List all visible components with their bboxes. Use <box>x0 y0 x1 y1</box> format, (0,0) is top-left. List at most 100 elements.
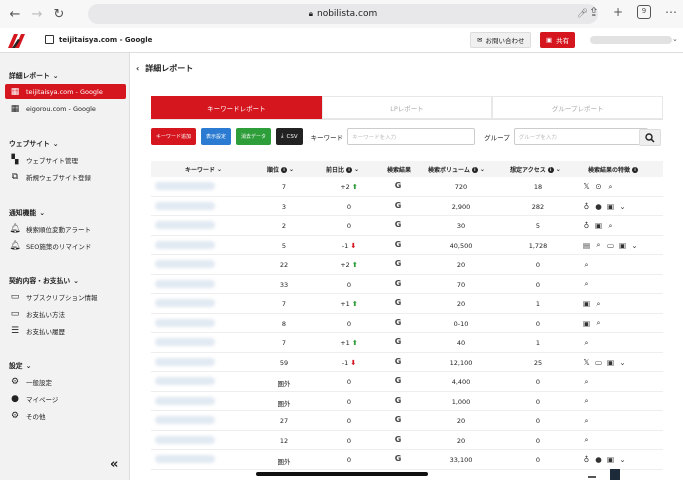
keyword-cell-redacted[interactable] <box>155 318 215 327</box>
chevron-down-icon[interactable]: ⌄ <box>618 358 627 367</box>
col-expected-access[interactable]: 想定アクセス i ⌄ <box>510 165 561 174</box>
display-settings-button[interactable]: 表示設定 <box>201 128 232 145</box>
contact-button[interactable]: ✉ お問い合わせ <box>470 32 532 48</box>
table-row[interactable]: 5 -1 ⬇ G 40,500 1,728 ▤ ⌕ ▭ ▣ ⌄ <box>151 236 663 255</box>
chevron-down-icon[interactable]: ⌄ <box>672 35 678 43</box>
deleted-data-button[interactable]: 消去データ <box>236 128 272 145</box>
sidebar-section-settings[interactable]: 設定 ⌄ <box>9 360 31 370</box>
keyword-cell-redacted[interactable] <box>155 299 215 307</box>
sidebar-item-teijitaisya[interactable]: ▦ teijitaisya.com - Google <box>5 84 126 99</box>
sidebar-item-mypage[interactable]: ● マイページ <box>5 391 126 406</box>
table-row[interactable]: 12 0 G 20 0 ⌕ <box>151 431 663 450</box>
collapse-sidebar-icon[interactable]: « <box>110 457 118 472</box>
table-row[interactable]: 圏外 0 G 1,000 0 ⌕ <box>151 392 663 411</box>
sidebar-item-payment-method[interactable]: ▭ お支払い方法 <box>5 306 126 321</box>
table-row[interactable]: 3 0 G 2,900 282 ♁ ● ▣ ⌄ <box>151 197 663 216</box>
sidebar-section-notifications[interactable]: 通知機能 ⌄ <box>9 207 45 217</box>
csv-button[interactable]: ⤓ CSV <box>276 128 303 145</box>
keyword-cell-redacted[interactable] <box>155 416 215 424</box>
microphone-icon[interactable]: 🎤︎ <box>577 9 588 19</box>
google-icon[interactable]: G <box>391 396 405 405</box>
sidebar-item-new-website[interactable]: ⧉ 新規ウェブサイト登録 <box>5 169 126 184</box>
table-row[interactable]: 圏外 0 G 33,100 0 ♁ ● ▣ ⌄ <box>151 450 663 470</box>
google-icon[interactable]: G <box>391 201 405 210</box>
tab-keyword-report[interactable]: キーワードレポート <box>151 96 322 119</box>
more-icon[interactable]: ⋯ <box>665 5 677 19</box>
search-button[interactable] <box>639 129 661 146</box>
table-row[interactable]: 圏外 0 G 4,400 0 ⌕ <box>151 372 663 392</box>
tab-count-icon[interactable]: 9 <box>637 5 651 19</box>
keyword-cell-redacted[interactable] <box>155 221 215 229</box>
chevron-down-icon[interactable]: ⌄ <box>630 241 639 250</box>
google-icon[interactable]: G <box>391 337 405 346</box>
sidebar-item-subscription[interactable]: ▭ サブスクリプション情報 <box>5 289 126 304</box>
table-row[interactable]: 22 +2 ⬆ G 20 0 ⌕ <box>151 255 663 275</box>
google-icon[interactable]: G <box>391 376 405 385</box>
google-icon[interactable]: G <box>391 220 405 229</box>
sidebar-item-payment-history[interactable]: ☰ お支払い履歴 <box>5 323 126 338</box>
google-icon[interactable]: G <box>391 181 405 190</box>
table-row[interactable]: 59 -1 ⬇ G 12,100 25 𝕏 ▭ ▣ ⌄ <box>151 353 663 372</box>
back-arrow-icon[interactable]: ← <box>4 7 26 22</box>
google-icon[interactable]: G <box>391 318 405 327</box>
account-menu[interactable] <box>590 36 672 44</box>
add-keyword-button[interactable]: キーワード追加 <box>151 128 197 145</box>
col-rank[interactable]: 順位 i ⌄ <box>267 165 294 174</box>
share-button[interactable]: ▣ 共有 <box>540 32 576 48</box>
tab-lp-report[interactable]: LPレポート <box>321 96 493 119</box>
google-icon[interactable]: G <box>391 415 405 424</box>
col-keyword[interactable]: キーワード ⌄ <box>185 165 222 174</box>
table-row[interactable]: 7 +1 ⬆ G 20 1 ▣ ⌕ <box>151 294 663 314</box>
back-chevron-icon[interactable]: ‹ <box>136 64 139 73</box>
keyword-cell-redacted[interactable] <box>155 455 215 463</box>
google-icon[interactable]: G <box>391 279 405 288</box>
sidebar-item-general-settings[interactable]: ⚙ 一般設定 <box>5 374 126 389</box>
share-icon[interactable]: ⇪ <box>589 5 599 19</box>
site-selector[interactable]: teijitaisya.com - Google <box>45 35 152 44</box>
forward-arrow-icon[interactable]: → <box>26 7 48 22</box>
keyword-cell-redacted[interactable] <box>155 182 215 190</box>
google-icon[interactable]: G <box>391 357 405 366</box>
keyword-cell-redacted[interactable] <box>155 377 215 385</box>
google-icon[interactable]: G <box>391 298 405 307</box>
add-tab-icon[interactable]: + <box>613 5 623 19</box>
access-cell: 5 <box>535 222 541 230</box>
google-icon[interactable]: G <box>391 240 405 249</box>
keyword-cell-redacted[interactable] <box>155 357 215 366</box>
google-icon[interactable]: G <box>391 435 405 444</box>
address-bar[interactable]: 🔒︎ nobilista.com 🎤︎ <box>88 4 598 24</box>
table-row[interactable]: 7 +1 ⬆ G 40 1 ⌕ <box>151 333 663 353</box>
table-row[interactable]: 27 0 G 20 0 ⌕ <box>151 411 663 431</box>
sidebar-item-rank-alert[interactable]: 🔔︎ 検索順位変動アラート <box>5 221 126 236</box>
tab-group-report[interactable]: グループレポート <box>492 96 664 119</box>
keyword-cell-redacted[interactable] <box>155 240 215 249</box>
keyword-cell-redacted[interactable] <box>155 338 215 346</box>
sidebar-section-contract[interactable]: 契約内容・お支払い ⌄ <box>9 275 79 285</box>
keyword-cell-redacted[interactable] <box>155 260 215 268</box>
group-filter-input[interactable]: グループを入力 <box>513 128 648 145</box>
sidebar-section-reports[interactable]: 詳細レポート ⌄ <box>9 70 59 80</box>
google-icon[interactable]: G <box>391 259 405 268</box>
keyword-cell-redacted[interactable] <box>155 279 215 288</box>
reload-icon[interactable]: ↻ <box>48 7 70 22</box>
sidebar-item-seo-reminder[interactable]: 🔔︎ SEO施策のリマインド <box>5 238 126 253</box>
col-search-volume[interactable]: 検索ボリューム i ⌄ <box>428 165 485 174</box>
table-row[interactable]: 80 G 0-10 0 ▣ ⌕ <box>151 314 663 333</box>
keyword-filter-input[interactable]: キーワードを入力 <box>347 128 476 145</box>
table-row[interactable]: 7 +2 ⬆ G 720 18 𝕏 ⊙ ⌕ <box>151 177 663 197</box>
table-row[interactable]: 2 0 G 30 5 ♁ ▣ ⌕ <box>151 216 663 236</box>
col-change[interactable]: 前日比 i ⌄ <box>326 165 359 174</box>
chevron-down-icon[interactable]: ⌄ <box>618 455 627 464</box>
change-cell: 0 <box>346 280 352 289</box>
sidebar-item-eigorou[interactable]: ▦ eigorou.com - Google <box>5 101 126 116</box>
nobilista-logo[interactable] <box>6 32 28 50</box>
google-icon[interactable]: G <box>391 454 405 463</box>
sidebar-item-other[interactable]: ⚙ その他 <box>5 408 126 423</box>
sidebar-item-website-manage[interactable]: ▚ ウェブサイト管理 <box>5 152 126 167</box>
sidebar-section-website[interactable]: ウェブサイト ⌄ <box>9 138 59 148</box>
chevron-down-icon[interactable]: ⌄ <box>618 202 627 211</box>
keyword-cell-redacted[interactable] <box>155 396 215 405</box>
keyword-cell-redacted[interactable] <box>155 201 215 210</box>
table-row[interactable]: 33 0 G 70 0 ⌕ <box>151 275 663 294</box>
keyword-cell-redacted[interactable] <box>155 435 215 444</box>
